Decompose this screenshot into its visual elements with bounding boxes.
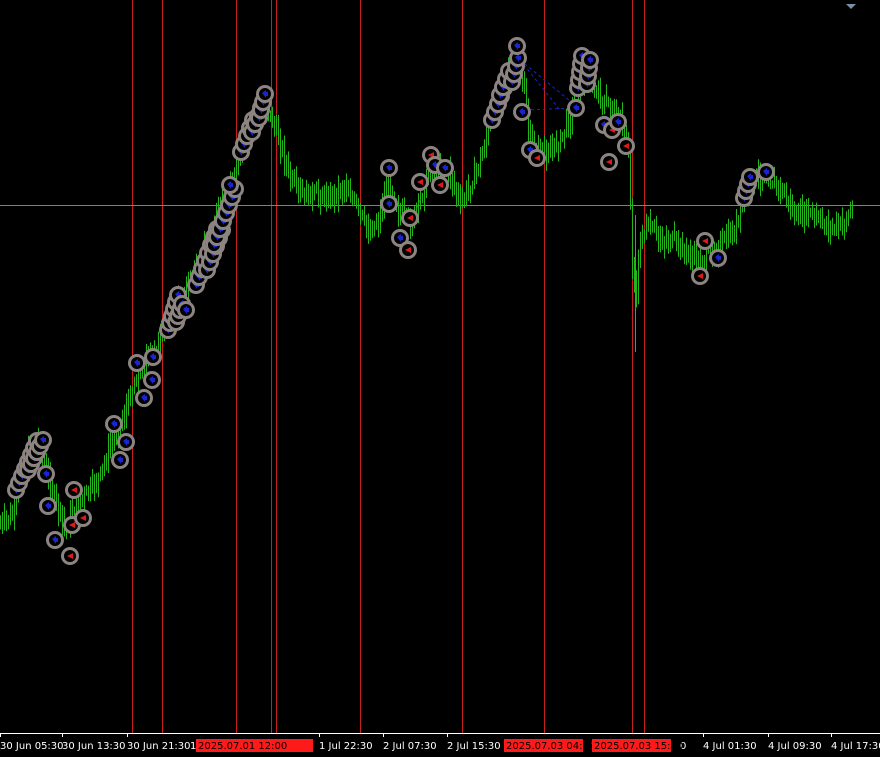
price-chart[interactable]: 30 Jun 05:30 30 Jun 13:30 30 Jun 21:30 1 Ju… [0,0,880,757]
sell-arrow-icon[interactable] [411,173,429,191]
time-tick-label: 30 Jun 13:30 [62,741,126,752]
buy-arrow-icon[interactable] [144,348,162,366]
buy-arrow-icon[interactable] [380,195,398,213]
sell-arrow-icon[interactable] [691,267,709,285]
svg-text:2025.07.03 04:30: 2025.07.03 04:30 [506,741,595,752]
buy-arrow-icon[interactable] [609,113,627,131]
buy-arrow-icon[interactable] [177,301,195,319]
buy-arrow-icon[interactable] [221,176,239,194]
buy-arrow-icon[interactable] [709,249,727,267]
buy-arrow-icon[interactable] [39,497,57,515]
time-axis: 30 Jun 05:3030 Jun 13:30 30 Jun 21:30 1 Ju… [0,733,880,752]
buy-arrow-icon[interactable] [508,37,526,55]
buy-arrow-icon[interactable] [143,371,161,389]
time-tick-label: 4 Jul 09:30 [768,741,822,752]
sell-arrow-icon[interactable] [399,241,417,259]
buy-arrow-icon[interactable] [380,159,398,177]
time-tick-label: 2 Jul 07:30 [383,741,437,752]
time-tick-label: 4 Jul 01:30 [703,741,757,752]
buy-arrow-icon[interactable] [741,168,759,186]
sell-arrow-icon[interactable] [61,547,79,565]
sell-arrow-icon[interactable] [65,481,83,499]
sell-arrow-icon[interactable] [528,149,546,167]
time-tick-label: 1 Jul 22:30 [319,741,373,752]
chart-canvas[interactable]: 30 Jun 05:3030 Jun 13:30 30 Jun 21:30 1 Ju… [0,0,880,757]
sell-arrow-icon[interactable] [600,153,618,171]
buy-arrow-icon[interactable] [111,451,129,469]
time-tick-label: 30 Jun 21:30 [127,741,191,752]
sell-arrow-icon[interactable] [617,137,635,155]
svg-text:2025.07.03 15:30: 2025.07.03 15:30 [594,741,683,752]
time-tick-label-partial: 1 [190,741,196,752]
buy-arrow-icon[interactable] [117,433,135,451]
buy-arrow-icon[interactable] [37,465,55,483]
time-tick-label: 30 Jun 05:30 [0,741,64,752]
time-tick-label: 2 Jul 15:30 [447,741,501,752]
chart-shift-triangle-icon[interactable] [846,4,856,9]
buy-arrow-icon[interactable] [128,354,146,372]
event-date-label: 2025.07.03 04:30 [504,739,595,752]
buy-arrow-icon[interactable] [757,163,775,181]
candle-series [0,52,853,540]
buy-arrow-icon[interactable] [513,103,531,121]
buy-arrow-icon[interactable] [581,51,599,69]
buy-arrow-icon[interactable] [135,389,153,407]
event-date-label: 2025.07.01 12:00 [196,739,313,752]
buy-arrow-icon[interactable] [46,531,64,549]
buy-arrow-icon[interactable] [256,85,274,103]
svg-text:2025.07.01 12:00: 2025.07.01 12:00 [198,741,287,752]
sell-arrow-icon[interactable] [401,209,419,227]
trade-markers [7,37,775,565]
time-tick-label: 4 Jul 17:30 [831,741,880,752]
buy-arrow-icon[interactable] [567,99,585,117]
event-date-label: 2025.07.03 15:30 [592,739,683,752]
sell-arrow-icon[interactable] [696,232,714,250]
buy-arrow-icon[interactable] [105,415,123,433]
sell-arrow-icon[interactable] [431,176,449,194]
buy-arrow-icon[interactable] [436,159,454,177]
sell-arrow-icon[interactable] [74,509,92,527]
buy-arrow-icon[interactable] [34,431,52,449]
